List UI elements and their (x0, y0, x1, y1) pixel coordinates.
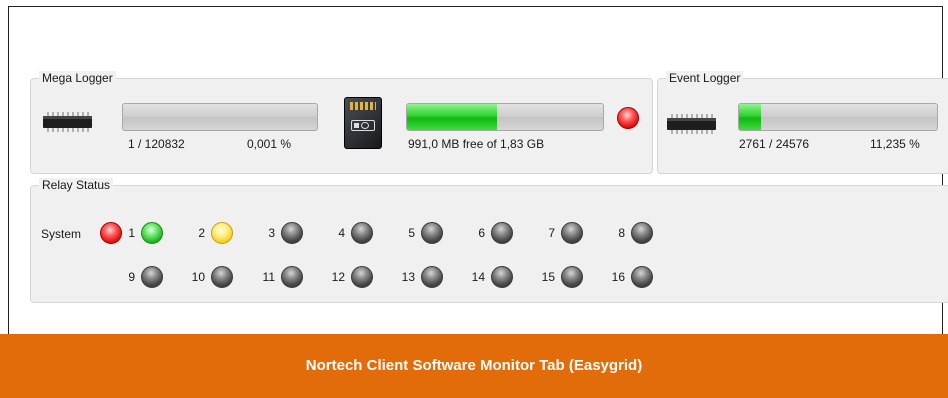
relay-15-led (561, 266, 583, 288)
relay-8-led (631, 222, 653, 244)
relay-1-label: 1 (128, 226, 135, 240)
storage-progress-fill (407, 104, 498, 130)
system-status-led (100, 222, 122, 244)
event-logger-count: 2761 / 24576 (739, 137, 810, 151)
relay-1-led (141, 222, 163, 244)
relay-5-label: 5 (408, 226, 415, 240)
event-logger-progress-bar (738, 103, 938, 131)
relay-16-label: 16 (611, 270, 625, 284)
relay-12-led (351, 266, 373, 288)
relay-14-led (491, 266, 513, 288)
relay-7-led (561, 222, 583, 244)
relay-13-label: 13 (401, 270, 415, 284)
relay-13-led (421, 266, 443, 288)
relay-11-led (281, 266, 303, 288)
mega-logger-title: Mega Logger (39, 71, 116, 85)
storage-free-text: 991,0 MB free of 1,83 GB (408, 137, 545, 151)
mega-logger-status-led (617, 107, 639, 129)
caption-banner: Nortech Client Software Monitor Tab (Eas… (0, 334, 948, 398)
relay-status-title: Relay Status (39, 178, 114, 192)
chip-icon (667, 114, 716, 134)
relay-7-label: 7 (548, 226, 555, 240)
relay-3-led (281, 222, 303, 244)
chip-icon (43, 112, 92, 132)
relay-6-label: 6 (478, 226, 485, 240)
mega-logger-percent: 0,001 % (247, 137, 292, 151)
relay-5-led (421, 222, 443, 244)
event-logger-progress-fill (739, 104, 762, 130)
relay-9-label: 9 (128, 270, 135, 284)
relay-4-led (351, 222, 373, 244)
relay-16-led (631, 266, 653, 288)
relay-3-label: 3 (268, 226, 275, 240)
relay-8-label: 8 (618, 226, 625, 240)
storage-progress-bar (406, 103, 604, 131)
mega-logger-group: Mega Logger 1 / 120832 0,001 % 991,0 MB … (30, 71, 653, 174)
relay-status-group: Relay Status System 1 2 3 4 5 6 7 8 9 10 11 12 13 14 1… (30, 178, 948, 303)
relay-2-label: 2 (198, 226, 205, 240)
system-label: System (41, 227, 82, 241)
event-logger-title: Event Logger (666, 71, 744, 85)
relay-6-led (491, 222, 513, 244)
mega-logger-progress-bar (122, 103, 318, 131)
sd-card-icon (344, 97, 382, 149)
relay-12-label: 12 (331, 270, 345, 284)
mega-logger-count: 1 / 120832 (128, 137, 185, 151)
relay-2-led (211, 222, 233, 244)
relay-10-label: 10 (191, 270, 205, 284)
relay-10-led (211, 266, 233, 288)
event-logger-percent: 11,235 % (870, 137, 920, 151)
event-logger-group: Event Logger 2761 / 24576 11,235 % (657, 71, 948, 174)
relay-11-label: 11 (262, 270, 275, 284)
relay-14-label: 14 (471, 270, 485, 284)
relay-9-led (141, 266, 163, 288)
relay-4-label: 4 (338, 226, 345, 240)
relay-15-label: 15 (541, 270, 555, 284)
